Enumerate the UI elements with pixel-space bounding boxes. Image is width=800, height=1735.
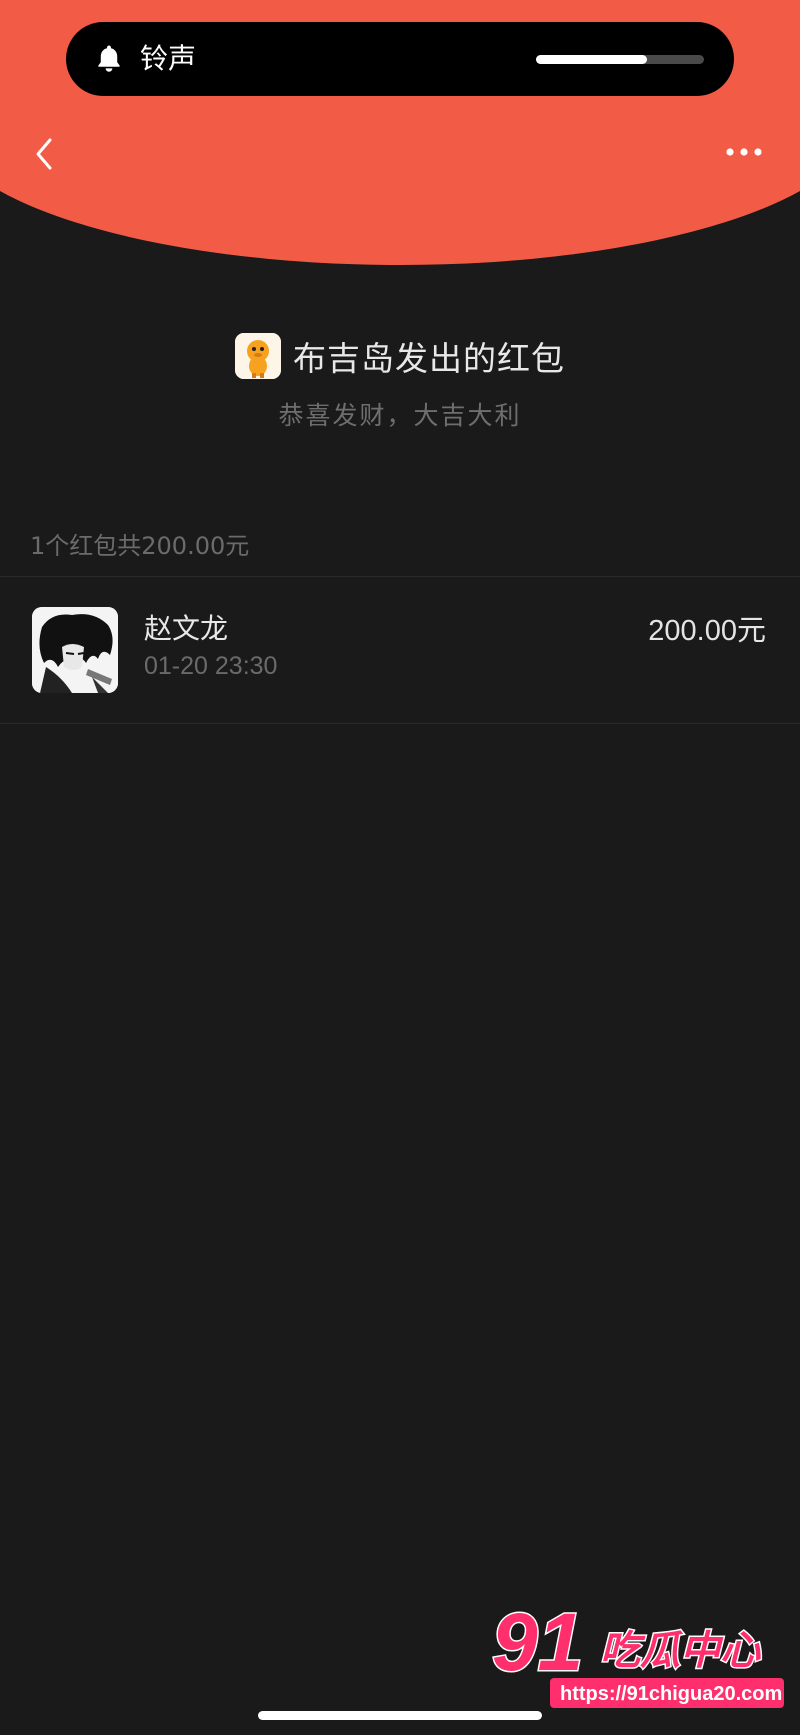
- watermark-91chigua-logo: 91 吃瓜中心 https://91chigua20.com: [491, 1596, 784, 1708]
- ringer-label: 铃声: [140, 42, 197, 75]
- more-button[interactable]: [722, 140, 766, 164]
- svg-text:吃瓜中心: 吃瓜中心: [600, 1628, 761, 1674]
- list-item[interactable]: 赵文龙 01-20 23:30 200.00元: [0, 577, 800, 723]
- svg-text:91: 91: [492, 1597, 583, 1688]
- chevron-left-icon: [36, 138, 52, 170]
- record-name: 赵文龙: [144, 612, 229, 645]
- duck-mascot-avatar-icon: [235, 333, 281, 379]
- volume-slider[interactable]: [536, 55, 704, 64]
- manga-character-avatar-icon: [32, 607, 118, 693]
- divider: [0, 723, 800, 724]
- avatar[interactable]: [32, 607, 118, 693]
- red-packet-detail-page: 铃声 布吉岛发出的红包 恭喜发财，大吉大利 1个红包共200.00元 赵文龙 0…: [0, 0, 800, 1735]
- ringer-volume-overlay: 铃声: [66, 22, 734, 96]
- record-time: 01-20 23:30: [144, 652, 278, 680]
- home-indicator[interactable]: [258, 1711, 542, 1720]
- record-amount: 200.00元: [648, 615, 766, 647]
- packet-summary: 1个红包共200.00元: [30, 532, 250, 560]
- sender-avatar[interactable]: [235, 333, 281, 379]
- back-button[interactable]: [28, 132, 64, 176]
- more-horizontal-icon: [726, 148, 762, 156]
- volume-fill: [536, 55, 647, 64]
- watermark-logo: 91 吃瓜中心 https://91chigua20.com: [490, 1596, 790, 1708]
- packet-title-row: 布吉岛发出的红包: [0, 330, 800, 382]
- bell-icon: [98, 45, 120, 72]
- packet-blessing: 恭喜发财，大吉大利: [278, 401, 522, 430]
- packet-title: 布吉岛发出的红包: [293, 339, 565, 378]
- svg-text:https://91chigua20.com: https://91chigua20.com: [560, 1683, 782, 1705]
